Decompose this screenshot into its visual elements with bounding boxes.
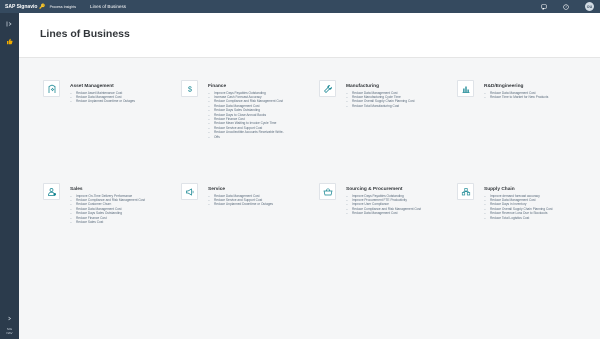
brand-logo[interactable]: SAP Signavio 🔑 Process Insights: [0, 0, 76, 13]
card-item-list: Reduce Data Management Cost Reduce Manuf…: [346, 91, 415, 109]
key-icon: 🔑: [39, 3, 46, 10]
list-item[interactable]: Reduce Sales Cost: [70, 220, 145, 225]
page-title: Lines of Business: [40, 28, 130, 40]
card-item-list: Improve Days Payables Outstanding Increa…: [208, 91, 284, 140]
card-title[interactable]: Sourcing & Procurement: [346, 187, 403, 192]
card-item-list: Improve Days Payables Outstanding Improv…: [346, 194, 421, 216]
dollar-icon: $: [181, 80, 198, 97]
feedback-icon[interactable]: [541, 3, 547, 10]
card-title[interactable]: Manufacturing: [346, 84, 379, 89]
card-title[interactable]: Supply Chain: [484, 187, 515, 192]
card-item-list: Improve On-Time Delivery Performance Red…: [70, 194, 145, 225]
card-title[interactable]: R&D/Engineering: [484, 84, 523, 89]
asset-icon: [43, 80, 60, 97]
supply-chain-icon: [457, 183, 474, 200]
svg-text:?: ?: [565, 5, 567, 9]
list-item-continuation[interactable]: Offs: [208, 135, 284, 140]
card-item-list: Reduce Data Management Cost Reduce Time …: [484, 91, 548, 100]
card-item-list: Reduce Asset Maintenance Cost Reduce Dat…: [70, 91, 135, 105]
basket-icon: [319, 183, 336, 200]
chart-bars-icon: [457, 80, 474, 97]
card-item-list: Improve demand forecast accuracy Reduce …: [484, 194, 553, 221]
card-title[interactable]: Sales: [70, 187, 83, 192]
rail-footer: SIG NAV: [2, 327, 17, 335]
collapse-icon[interactable]: [4, 313, 15, 323]
brand-name: SAP Signavio: [5, 3, 38, 10]
list-item[interactable]: Reduce Time to Market for New Products: [484, 95, 548, 100]
help-icon[interactable]: ?: [563, 3, 569, 10]
nav-item-lines-of-business[interactable]: [4, 36, 15, 46]
list-item[interactable]: Reduce Data Management Cost: [346, 211, 421, 216]
card-title[interactable]: Service: [208, 187, 225, 192]
person-icon: [43, 183, 60, 200]
svg-text:$: $: [188, 86, 192, 93]
list-item[interactable]: Reduce Unplanned Downtime or Outages: [208, 202, 273, 207]
shell-bar: SAP Signavio 🔑 Process Insights Lines of…: [0, 0, 600, 13]
megaphone-icon: [181, 183, 198, 200]
list-item[interactable]: Reduce Total Logistics Cost: [484, 216, 553, 221]
side-navigation: SIG NAV: [0, 13, 19, 339]
user-avatar[interactable]: OU: [585, 2, 594, 11]
wrench-icon: [319, 80, 336, 97]
expand-nav-icon[interactable]: [4, 19, 15, 29]
list-item[interactable]: Reduce Unplanned Downtime or Outages: [70, 99, 135, 104]
rail-footer-line2: NAV: [6, 331, 13, 335]
card-title[interactable]: Finance: [208, 84, 226, 89]
list-item[interactable]: Reduce Total Manufacturing Cost: [346, 104, 415, 109]
app-title: Lines of Business: [90, 4, 127, 9]
thumbs-up-icon: [7, 38, 13, 44]
page-header: Lines of Business: [19, 13, 600, 58]
card-item-list: Reduce Data Management Cost Reduce Servi…: [208, 194, 273, 208]
card-title[interactable]: Asset Management: [70, 84, 114, 89]
brand-subtitle: Process Insights: [49, 4, 77, 9]
